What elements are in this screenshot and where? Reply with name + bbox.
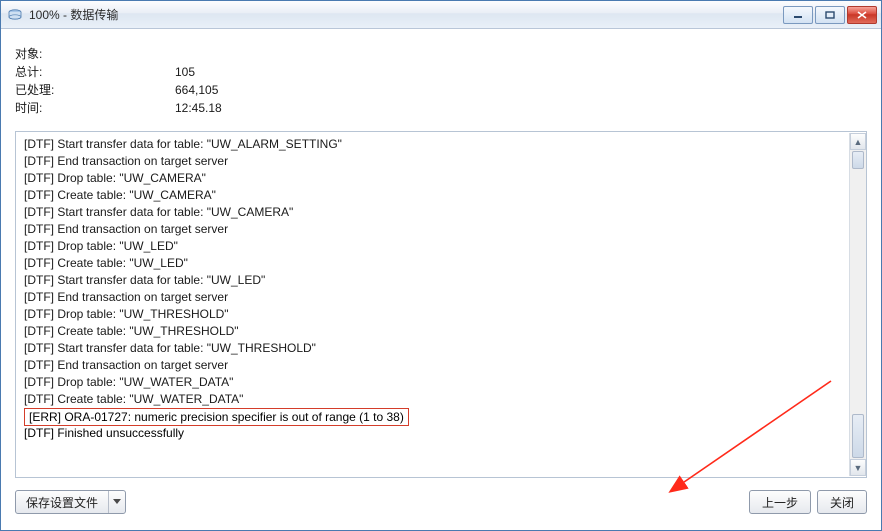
- log-line: [DTF] End transaction on target server: [24, 357, 860, 374]
- log-line: [DTF] Create table: "UW_LED": [24, 255, 860, 272]
- client-area: 对象: 总计: 105 已处理: 664,105 时间: 12:45.18 [D…: [9, 37, 873, 522]
- prev-button-label: 上一步: [762, 494, 798, 511]
- summary-value: 105: [175, 63, 195, 81]
- button-group-right: 上一步 关闭: [749, 490, 867, 514]
- close-button[interactable]: 关闭: [817, 490, 867, 514]
- log-line: [DTF] Drop table: "UW_LED": [24, 238, 860, 255]
- summary-row-object: 对象:: [15, 45, 867, 63]
- scroll-track[interactable]: [850, 151, 866, 458]
- log-line: [DTF] Start transfer data for table: "UW…: [24, 204, 860, 221]
- summary-label: 时间:: [15, 99, 175, 117]
- log-error-line: [ERR] ORA-01727: numeric precision speci…: [24, 408, 409, 426]
- save-settings-label: 保存设置文件: [16, 491, 109, 513]
- log-line: [DTF] Drop table: "UW_WATER_DATA": [24, 374, 860, 391]
- window-controls: [783, 6, 881, 24]
- dropdown-arrow-icon[interactable]: [109, 491, 125, 513]
- button-row: 保存设置文件 上一步 关闭: [15, 488, 867, 516]
- summary-row-total: 总计: 105: [15, 63, 867, 81]
- log-line: [DTF] Start transfer data for table: "UW…: [24, 340, 860, 357]
- summary-row-processed: 已处理: 664,105: [15, 81, 867, 99]
- log-box: [DTF] Start transfer data for table: "UW…: [15, 131, 867, 478]
- summary-panel: 对象: 总计: 105 已处理: 664,105 时间: 12:45.18: [15, 45, 867, 117]
- window-title: 100% - 数据传输: [29, 6, 118, 23]
- summary-label: 总计:: [15, 63, 175, 81]
- titlebar: 100% - 数据传输: [1, 1, 881, 29]
- log-line: [DTF] Start transfer data for table: "UW…: [24, 136, 860, 153]
- log-line: [DTF] Create table: "UW_THRESHOLD": [24, 323, 860, 340]
- log-line: [DTF] End transaction on target server: [24, 221, 860, 238]
- scroll-down-arrow-icon[interactable]: ▼: [850, 459, 866, 476]
- log-line: [DTF] Create table: "UW_WATER_DATA": [24, 391, 860, 408]
- log-line: [DTF] Drop table: "UW_CAMERA": [24, 170, 860, 187]
- summary-label: 已处理:: [15, 81, 175, 99]
- close-button-label: 关闭: [830, 494, 854, 511]
- vertical-scrollbar[interactable]: ▲ ▼: [849, 133, 866, 476]
- log-line: [DTF] Finished unsuccessfully: [24, 426, 860, 440]
- prev-button[interactable]: 上一步: [749, 490, 811, 514]
- maximize-button[interactable]: [815, 6, 845, 24]
- button-group-left: 保存设置文件: [15, 490, 126, 514]
- log-line: [DTF] End transaction on target server: [24, 289, 860, 306]
- log-lines: [DTF] Start transfer data for table: "UW…: [24, 136, 860, 408]
- log-line: [DTF] End transaction on target server: [24, 153, 860, 170]
- summary-label: 对象:: [15, 45, 175, 63]
- summary-value: 12:45.18: [175, 99, 222, 117]
- scroll-up-arrow-icon[interactable]: ▲: [850, 133, 866, 150]
- minimize-button[interactable]: [783, 6, 813, 24]
- log-line: [DTF] Create table: "UW_CAMERA": [24, 187, 860, 204]
- save-settings-button[interactable]: 保存设置文件: [15, 490, 126, 514]
- scroll-thumb-bottom[interactable]: [852, 414, 864, 458]
- app-icon: [7, 7, 23, 23]
- close-window-button[interactable]: [847, 6, 877, 24]
- summary-value: 664,105: [175, 81, 218, 99]
- log-line: [DTF] Start transfer data for table: "UW…: [24, 272, 860, 289]
- scroll-thumb-top[interactable]: [852, 151, 864, 169]
- app-window: 100% - 数据传输 对象: 总计: 105 已处理:: [0, 0, 882, 531]
- summary-row-time: 时间: 12:45.18: [15, 99, 867, 117]
- log-line: [DTF] Drop table: "UW_THRESHOLD": [24, 306, 860, 323]
